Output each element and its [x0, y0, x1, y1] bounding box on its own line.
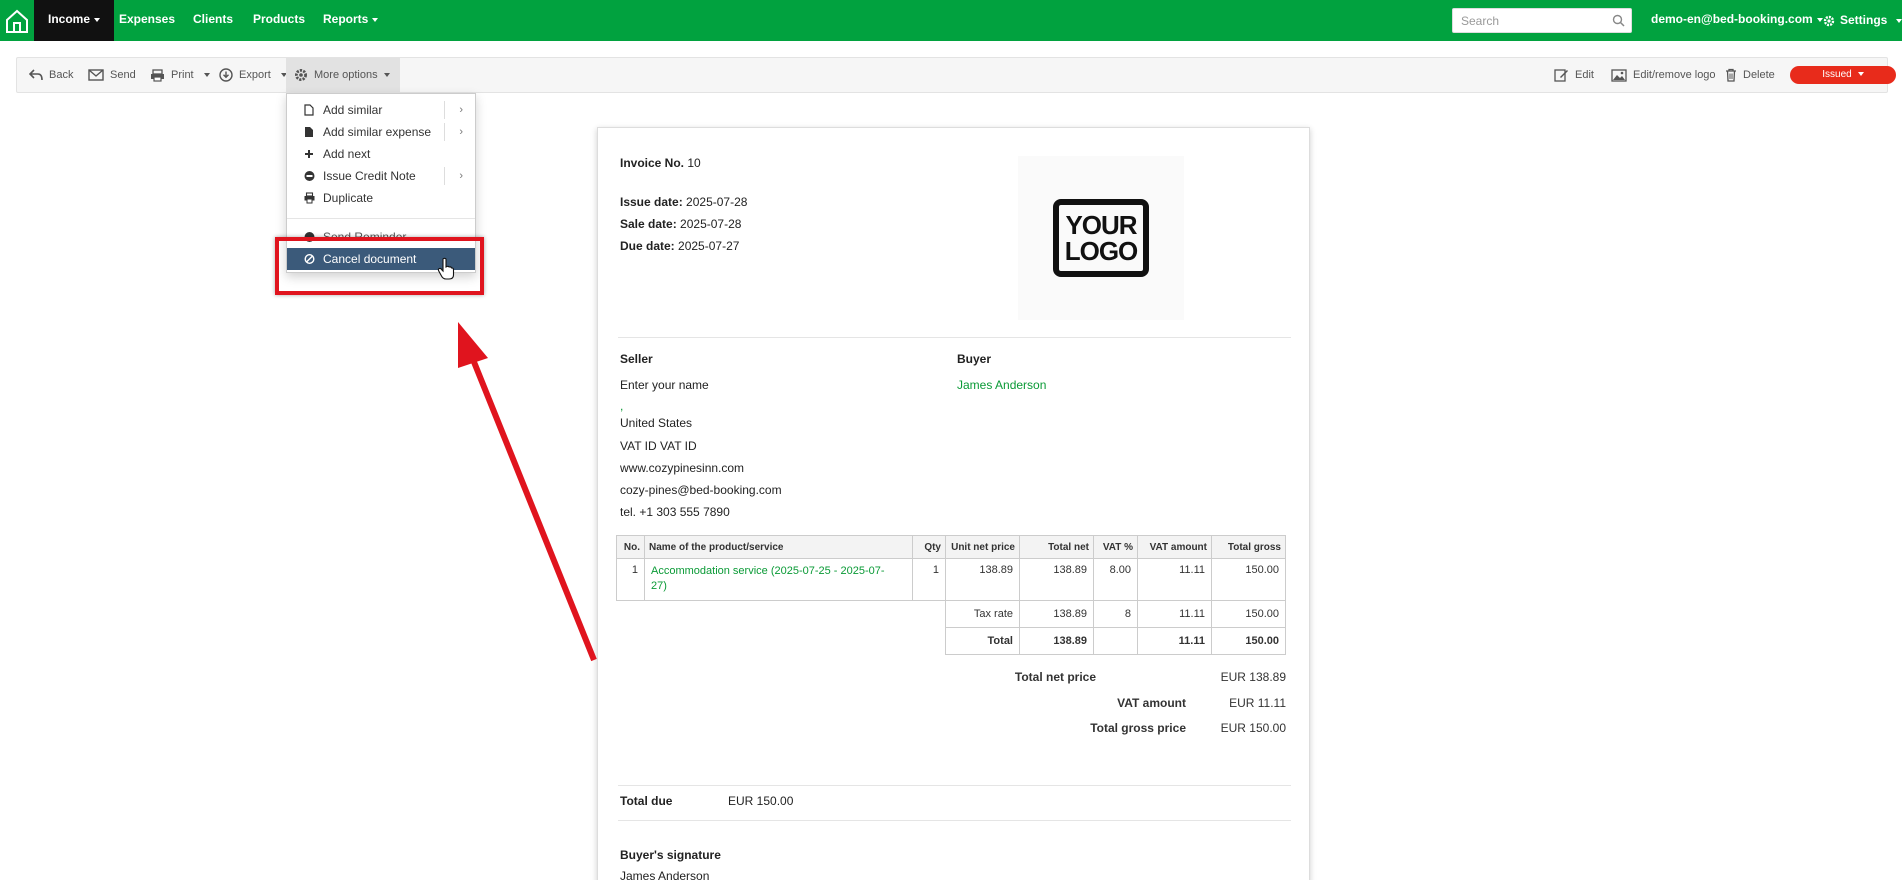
hand-cursor-icon: [437, 257, 455, 280]
annotation-arrow: [458, 322, 597, 662]
